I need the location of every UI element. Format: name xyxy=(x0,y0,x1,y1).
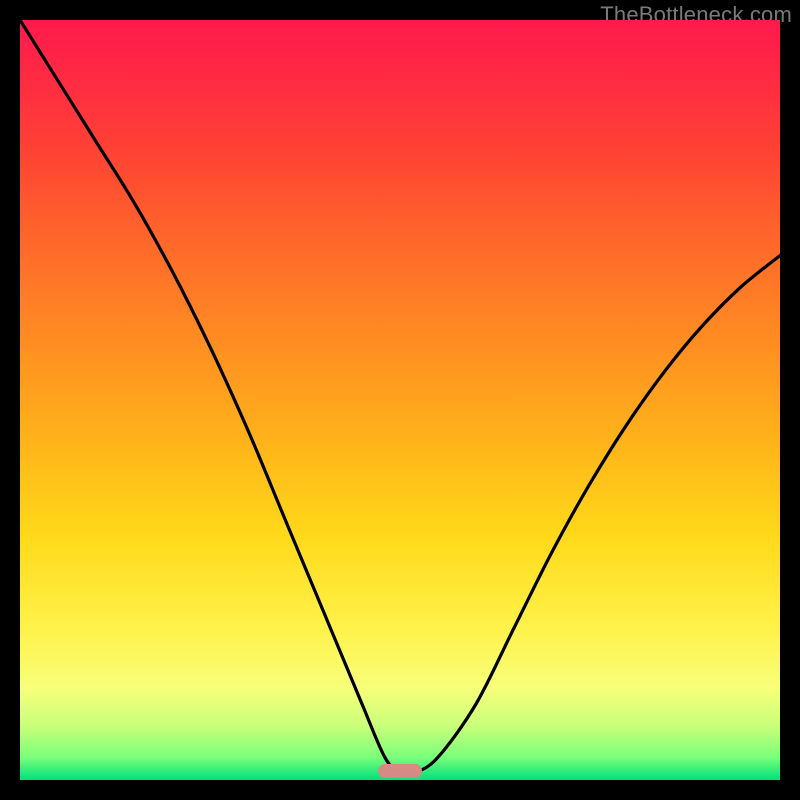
bottleneck-curve xyxy=(20,20,780,780)
curve-path xyxy=(20,20,780,774)
plot-area xyxy=(20,20,780,780)
chart-frame: TheBottleneck.com xyxy=(0,0,800,800)
optimal-marker xyxy=(378,764,422,778)
